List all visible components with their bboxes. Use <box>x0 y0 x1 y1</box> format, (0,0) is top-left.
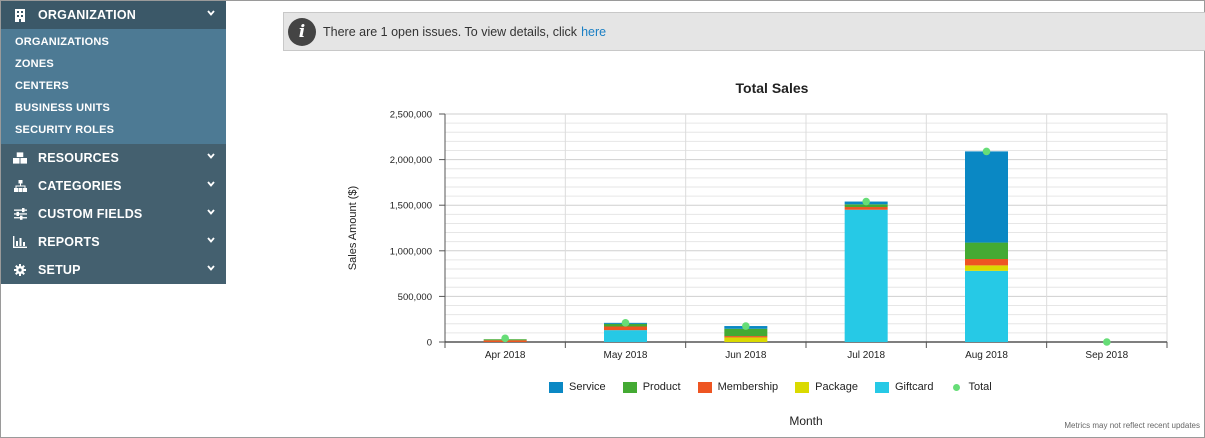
legend-label: Product <box>642 381 681 393</box>
x-tick-label: May 2018 <box>604 350 648 361</box>
bar-segment-product <box>965 242 1008 260</box>
legend-item-total[interactable]: Total <box>950 381 992 393</box>
x-tick-label: Aug 2018 <box>965 350 1008 361</box>
total-point <box>742 322 750 330</box>
total-point <box>501 334 509 343</box>
bar-segment-membership <box>724 336 768 338</box>
y-tick-label: 500,000 <box>398 292 432 303</box>
y-tick-label: 1,000,000 <box>390 246 432 257</box>
bar-segment-membership <box>844 207 888 210</box>
legend-item-giftcard[interactable]: Giftcard <box>874 381 934 393</box>
legend-item-package[interactable]: Package <box>795 381 858 393</box>
metrics-footnote: Metrics may not reflect recent updates <box>1064 421 1200 430</box>
bar-segment-giftcard <box>965 270 1008 342</box>
bar-segment-package <box>724 337 768 342</box>
legend-label: Membership <box>717 381 779 393</box>
total-point <box>982 147 991 156</box>
legend-dot <box>953 383 961 391</box>
legend-swatch <box>622 381 637 393</box>
x-tick-label: Jul 2018 <box>847 350 885 361</box>
legend-item-service[interactable]: Service <box>549 381 606 393</box>
bar-segment-service <box>965 151 1008 243</box>
total-point <box>862 197 870 206</box>
y-tick-label: 0 <box>427 338 432 349</box>
legend-label: Service <box>569 381 606 393</box>
legend-swatch <box>549 381 563 393</box>
legend-label: Giftcard <box>894 381 934 393</box>
bar-segment-giftcard <box>844 209 888 342</box>
y-tick-label: 1,500,000 <box>390 201 432 212</box>
bar-segment-package <box>965 265 1008 271</box>
chart-legend: Service Product Membership Package Giftc… <box>549 381 1009 393</box>
legend-item-product[interactable]: Product <box>622 381 681 393</box>
sales-chart: 0 500,000 1,000,000 1,500,000 2,000,000 2,500… <box>390 110 1168 361</box>
x-tick-label: Sep 2018 <box>1085 350 1128 361</box>
bar-segment-membership <box>965 259 1008 266</box>
total-point <box>621 319 630 327</box>
bar-segment-membership <box>604 326 647 331</box>
bar-segment-giftcard <box>604 330 647 342</box>
y-axis-label: Sales Amount ($) <box>347 185 359 271</box>
legend-item-membership[interactable]: Membership <box>697 381 779 393</box>
legend-swatch <box>697 381 712 393</box>
x-tick-label: Jun 2018 <box>725 350 767 361</box>
y-tick-label: 2,000,000 <box>390 155 432 166</box>
legend-label: Package <box>815 381 858 393</box>
bar-segment-product <box>724 328 768 337</box>
legend-label: Total <box>968 381 992 393</box>
total-point <box>1103 338 1111 346</box>
y-tick-label: 2,500,000 <box>390 110 432 121</box>
x-tick-label: Apr 2018 <box>485 350 526 361</box>
x-axis-label: Month <box>789 414 823 428</box>
legend-swatch <box>874 381 889 393</box>
legend-swatch <box>795 381 810 393</box>
